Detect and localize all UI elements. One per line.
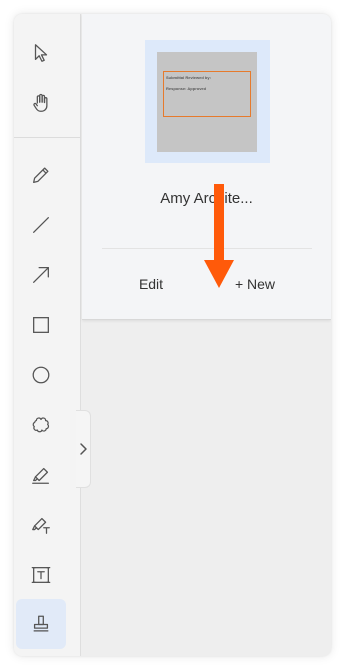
- diagonal-arrow-icon: [33, 267, 49, 283]
- markup-toolbar: [14, 14, 81, 656]
- rectangle-tool-button[interactable]: [16, 300, 66, 350]
- square-icon: [33, 317, 49, 333]
- stamp-preview: Submittal Reviewed by: Response: Approve…: [157, 52, 257, 152]
- pan-tool-button[interactable]: [16, 78, 66, 128]
- collapse-panel-toggle[interactable]: [76, 410, 91, 488]
- text-box-icon: [31, 567, 51, 583]
- arrow-tool-button[interactable]: [16, 250, 66, 300]
- stamp-tool-button[interactable]: [16, 599, 66, 649]
- pencil-icon: [33, 167, 49, 183]
- highlighter-tool-button[interactable]: [16, 450, 66, 500]
- markup-window: Submittal Reviewed by: Response: Approve…: [14, 14, 331, 656]
- stamp-text-reviewed-by: Submittal Reviewed by:: [166, 75, 211, 80]
- hand-icon: [33, 93, 48, 112]
- stamp-panel: Submittal Reviewed by: Response: Approve…: [82, 14, 331, 320]
- chevron-right-icon: [80, 443, 87, 455]
- highlighter-icon: [32, 467, 49, 484]
- stamp-border: Submittal Reviewed by: Response: Approve…: [163, 71, 251, 117]
- line-tool-button[interactable]: [16, 200, 66, 250]
- stamp-icon: [33, 615, 49, 632]
- new-stamp-button[interactable]: + New: [230, 276, 280, 292]
- toolbar-divider: [14, 137, 80, 138]
- stamp-thumbnail[interactable]: Submittal Reviewed by: Response: Approve…: [145, 40, 270, 163]
- textbox-tool-button[interactable]: [16, 550, 66, 600]
- stamp-text-response: Response: Approved: [166, 86, 207, 91]
- cloud-icon: [32, 417, 50, 433]
- cloud-tool-button[interactable]: [16, 400, 66, 450]
- down-arrow-icon: [204, 184, 234, 288]
- cursor-arrow-icon: [34, 44, 48, 62]
- edit-stamp-button[interactable]: Edit: [132, 276, 170, 292]
- select-tool-button[interactable]: [16, 28, 66, 78]
- text-highlighter-icon: [32, 517, 50, 534]
- line-icon: [33, 217, 49, 233]
- pen-tool-button[interactable]: [16, 150, 66, 200]
- ellipse-tool-button[interactable]: [16, 350, 66, 400]
- text-highlighter-tool-button[interactable]: [16, 500, 66, 550]
- circle-icon: [32, 366, 50, 384]
